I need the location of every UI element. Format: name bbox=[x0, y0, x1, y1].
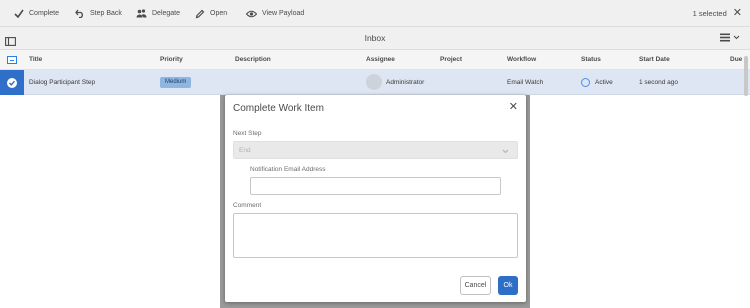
view-switcher[interactable] bbox=[720, 33, 740, 42]
undo-arrow-icon bbox=[75, 9, 83, 18]
delegate-button[interactable]: Delegate bbox=[136, 0, 180, 27]
view-payload-button[interactable]: View Payload bbox=[246, 0, 304, 27]
column-project[interactable]: Project bbox=[440, 50, 462, 70]
scrollbar[interactable] bbox=[744, 56, 748, 96]
delegate-label: Delegate bbox=[152, 10, 181, 17]
open-button[interactable]: Open bbox=[195, 0, 227, 27]
close-icon[interactable]: ✕ bbox=[509, 102, 518, 113]
next-step-value: End bbox=[239, 147, 251, 154]
checkmark-icon bbox=[9, 80, 16, 86]
selection-count: 1 selected ✕ bbox=[693, 0, 742, 27]
select-all-checkbox[interactable] bbox=[7, 56, 17, 64]
pencil-icon bbox=[195, 9, 205, 18]
column-assignee[interactable]: Assignee bbox=[366, 50, 395, 70]
column-workflow[interactable]: Workflow bbox=[507, 50, 536, 70]
step-back-label: Step Back bbox=[90, 10, 122, 17]
title-bar: Inbox bbox=[0, 27, 750, 50]
column-status[interactable]: Status bbox=[581, 50, 601, 70]
priority-badge: Medium bbox=[160, 77, 192, 88]
list-view-icon bbox=[720, 33, 730, 42]
complete-label: Complete bbox=[29, 10, 59, 17]
column-start-date[interactable]: Start Date bbox=[639, 50, 670, 70]
row-title: Dialog Participant Step bbox=[29, 79, 96, 86]
row-checkbox[interactable] bbox=[7, 78, 17, 88]
clock-icon bbox=[581, 78, 590, 87]
step-back-button[interactable]: Step Back bbox=[75, 0, 122, 27]
row-assignee: Administrator bbox=[386, 79, 425, 86]
complete-button[interactable]: Complete bbox=[14, 0, 59, 27]
chevron-down-icon bbox=[502, 149, 509, 154]
action-bar: Complete Step Back Delegate Open View Pa… bbox=[0, 0, 750, 27]
column-description[interactable]: Description bbox=[235, 50, 271, 70]
email-label: Notification Email Address bbox=[250, 166, 326, 173]
column-title[interactable]: Title bbox=[29, 50, 42, 70]
complete-work-item-dialog: Complete Work Item ✕ Next Step End Notif… bbox=[225, 95, 526, 302]
ok-button[interactable]: Ok bbox=[498, 276, 518, 295]
users-icon bbox=[136, 9, 147, 18]
selection-count-label: 1 selected bbox=[692, 9, 727, 18]
view-payload-label: View Payload bbox=[262, 10, 305, 17]
comment-field[interactable] bbox=[233, 213, 518, 258]
row-status: Active bbox=[595, 79, 613, 86]
column-priority[interactable]: Priority bbox=[160, 50, 183, 70]
avatar bbox=[366, 74, 382, 90]
eye-icon bbox=[246, 10, 257, 17]
table-header: Title Priority Description Assignee Proj… bbox=[0, 50, 750, 70]
next-step-label: Next Step bbox=[233, 130, 262, 137]
email-field[interactable] bbox=[250, 177, 501, 195]
next-step-select: End bbox=[233, 141, 518, 159]
chevron-down-icon bbox=[733, 35, 740, 40]
table-row[interactable]: Dialog Participant Step Medium Administr… bbox=[0, 70, 750, 95]
clear-selection-icon[interactable]: ✕ bbox=[733, 8, 742, 19]
row-select-cell[interactable] bbox=[0, 70, 24, 95]
dialog-title: Complete Work Item bbox=[233, 103, 324, 114]
cancel-button[interactable]: Cancel bbox=[460, 276, 491, 295]
page-title: Inbox bbox=[364, 33, 386, 43]
comment-label: Comment bbox=[233, 202, 262, 209]
row-start-date: 1 second ago bbox=[639, 79, 679, 86]
open-label: Open bbox=[210, 10, 228, 17]
checkmark-icon bbox=[14, 9, 24, 18]
row-workflow: Email Watch bbox=[507, 79, 544, 86]
